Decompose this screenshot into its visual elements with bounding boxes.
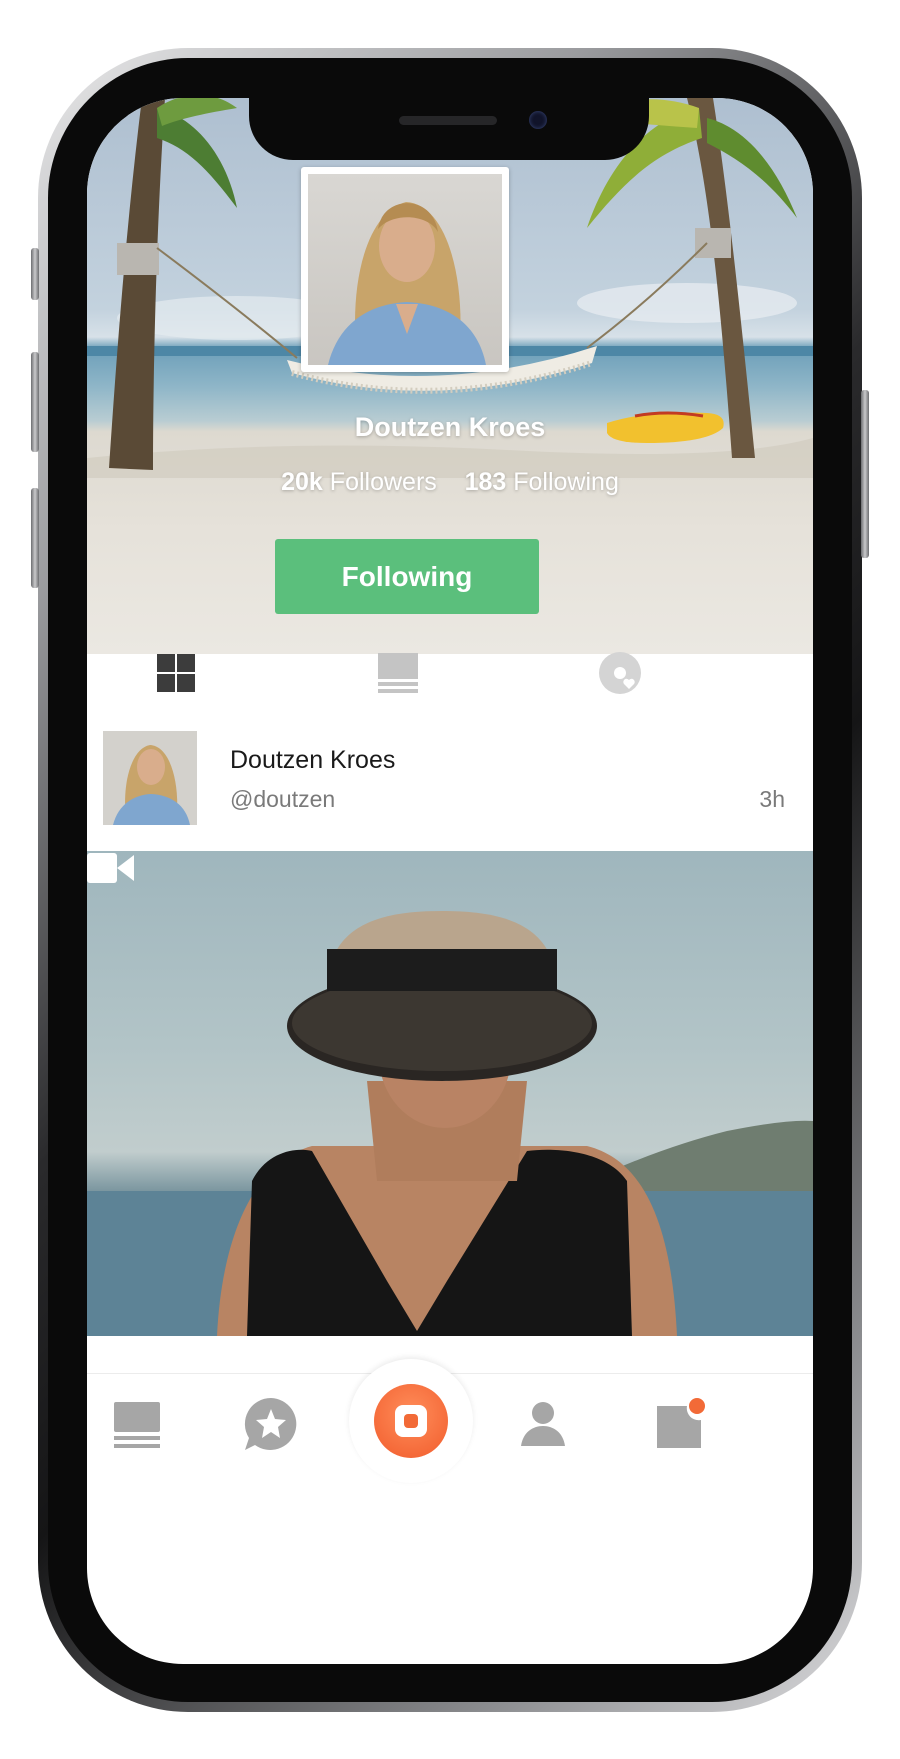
list-feed-icon (378, 653, 418, 693)
record-button-wrap (349, 1359, 473, 1483)
post-author-avatar[interactable] (103, 731, 197, 825)
post-timestamp: 3h (759, 786, 785, 812)
record-button[interactable] (374, 1384, 448, 1458)
profile-avatar[interactable] (301, 167, 509, 372)
grid-icon (157, 654, 195, 692)
mute-switch (31, 248, 39, 300)
nav-notifications[interactable] (655, 1396, 707, 1455)
tab-tagged[interactable] (597, 650, 643, 696)
bottom-navigation (87, 1359, 813, 1514)
volume-down-button (31, 488, 39, 588)
front-camera (529, 111, 547, 129)
video-camera-icon (87, 853, 134, 883)
nav-favorites[interactable] (243, 1396, 299, 1457)
notifications-icon (657, 1398, 705, 1448)
profile-photo (308, 174, 502, 365)
power-button (861, 390, 869, 558)
app-screen: Doutzen Kroes 20k Followers 183 Followin… (87, 98, 813, 1664)
speaker (399, 116, 497, 125)
notification-badge (689, 1398, 705, 1414)
profile-icon (521, 1402, 565, 1446)
profile-stats: 20k Followers 183 Following (87, 468, 813, 497)
feed-icon (114, 1402, 160, 1448)
post-header: Doutzen Kroes @doutzen 3h (87, 728, 813, 851)
following-stat[interactable]: 183 Following (465, 468, 619, 496)
post-media[interactable] (87, 851, 813, 1336)
following-button[interactable]: Following (275, 539, 539, 614)
notch (249, 98, 649, 160)
followers-label: Followers (329, 468, 437, 496)
tagged-icon (599, 652, 641, 694)
volume-up-button (31, 352, 39, 452)
star-chat-icon (244, 1397, 297, 1450)
followers-count: 20k (281, 468, 323, 496)
following-count: 183 (464, 468, 507, 496)
tab-feed[interactable] (375, 650, 421, 696)
profile-tabs (87, 650, 813, 710)
record-icon (395, 1405, 427, 1437)
profile-name: Doutzen Kroes (354, 412, 546, 442)
followers-stat[interactable]: 20k Followers (281, 468, 437, 496)
tab-grid[interactable] (153, 650, 199, 696)
following-label: Following (513, 468, 619, 496)
post-photo (87, 911, 813, 1336)
nav-profile[interactable] (519, 1400, 567, 1453)
post-author-handle[interactable]: @doutzen (230, 786, 335, 813)
post-author-name[interactable]: Doutzen Kroes (230, 746, 395, 775)
nav-feed[interactable] (112, 1400, 162, 1455)
